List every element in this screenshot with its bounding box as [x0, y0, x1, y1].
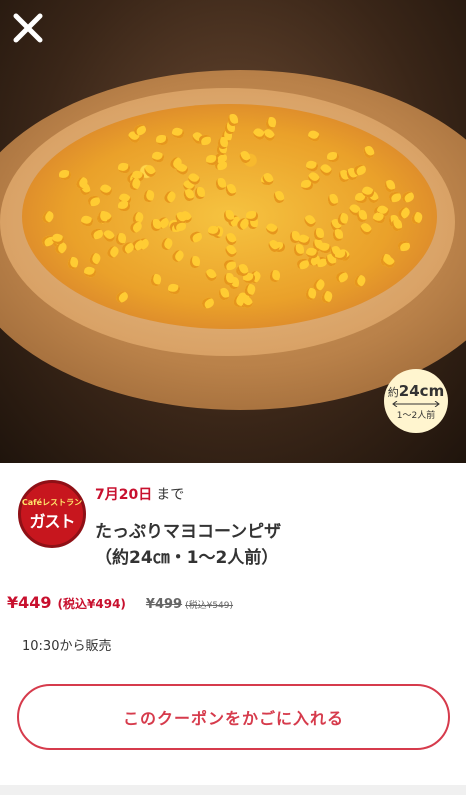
corn-kernel	[260, 171, 276, 187]
corn-kernel	[198, 134, 212, 147]
corn-kernel	[390, 218, 403, 233]
expiry-info: 7月20日 まで	[95, 484, 184, 504]
product-name: たっぷりマヨコーンピザ	[95, 522, 282, 542]
corn-kernel	[142, 163, 158, 180]
corn-kernel	[387, 190, 402, 204]
logo-brand-text: ガスト	[29, 511, 75, 531]
corn-kernel	[224, 182, 238, 198]
corn-kernel	[264, 221, 280, 237]
corn-kernel	[167, 282, 182, 296]
corn-kernel	[237, 149, 253, 165]
expiry-date: 7月20日	[95, 487, 153, 503]
corn-kernel	[88, 251, 103, 267]
corn-kernel	[171, 126, 186, 140]
product-size-note: （約24㎝・1〜2人前）	[95, 548, 279, 568]
product-image: 約24cm 1〜2人前	[0, 0, 466, 463]
double-arrow-icon	[392, 400, 440, 407]
corn-kernel	[89, 227, 105, 241]
corn-kernel	[302, 213, 318, 229]
corn-kernel	[159, 235, 174, 252]
corn-kernel	[98, 182, 114, 198]
bottom-divider	[0, 785, 466, 795]
corn-kernel	[314, 227, 325, 240]
corn-kernel	[327, 151, 340, 162]
corn-kernel	[182, 188, 196, 203]
corn-kernel	[113, 289, 130, 305]
corn-kernel	[265, 116, 277, 130]
corn-kernel	[304, 287, 317, 302]
regular-price-tax: (税込¥549)	[185, 601, 234, 611]
expiry-suffix: まで	[156, 487, 185, 503]
corn-kernel	[142, 189, 156, 204]
size-value: 24cm	[398, 381, 445, 400]
corn-kernel	[355, 209, 368, 223]
corn-kernel	[117, 161, 131, 174]
sale-start-time: 10:30から販売	[22, 639, 112, 654]
corn-kernel	[86, 195, 101, 208]
corn-kernel	[397, 240, 411, 252]
logo-cafe-text: Caféレストラン	[21, 497, 83, 507]
corn-kernel	[79, 213, 95, 228]
corn-kernel	[295, 257, 310, 271]
corn-kernel	[336, 211, 350, 226]
corn-kernel	[217, 287, 231, 302]
corn-kernel	[352, 273, 368, 289]
corn-kernel	[317, 241, 332, 254]
corn-kernel	[174, 220, 187, 232]
corn-kernel	[40, 208, 56, 225]
corn-kernel	[105, 243, 121, 260]
close-button[interactable]	[6, 6, 50, 50]
add-to-cart-button[interactable]: このクーポンをかごに入れる	[17, 684, 450, 750]
corn-kernel	[409, 210, 424, 226]
corn-kernel	[83, 265, 98, 279]
corn-kernel	[189, 255, 201, 269]
corn-kernel	[156, 134, 169, 145]
coupon-price-tax: (税込¥494)	[57, 597, 126, 611]
corn-kernel	[250, 126, 267, 142]
gusto-logo: Caféレストラン ガスト	[18, 480, 86, 548]
corn-kernel	[227, 113, 240, 127]
regular-price: ¥499	[145, 597, 183, 612]
corn-kernel	[318, 162, 335, 179]
servings-label: 1〜2人前	[396, 410, 436, 421]
size-badge: 約24cm 1〜2人前	[384, 369, 448, 433]
corn-kernel	[400, 189, 416, 205]
coupon-price: ¥449	[7, 593, 52, 612]
corn-kernel	[67, 256, 80, 270]
corn-kernel	[151, 150, 166, 164]
corn-kernel	[304, 159, 319, 173]
corn-kernel	[223, 273, 234, 286]
corn-kernel	[203, 266, 219, 283]
size-label: 約24cm	[388, 382, 444, 400]
corn-kernel	[332, 228, 344, 242]
corn-kernel	[117, 200, 131, 212]
close-icon	[13, 13, 43, 43]
corn-kernel	[101, 228, 117, 244]
product-title: たっぷりマヨコーンピザ （約24㎝・1〜2人前）	[95, 519, 281, 571]
corn-kernel	[200, 295, 216, 310]
corn-kernel	[150, 273, 163, 287]
corn-kernel	[272, 189, 286, 205]
corn-kernel	[306, 128, 322, 143]
corn-kernel	[195, 186, 206, 199]
corn-kernel	[326, 193, 340, 208]
corn-kernel	[352, 162, 368, 177]
corn-kernel	[58, 169, 71, 181]
corn-kernel	[223, 243, 239, 259]
corn-kernel	[293, 243, 305, 257]
corn-kernel	[320, 289, 335, 305]
corn-kernel	[245, 210, 258, 222]
corn-kernel	[162, 189, 178, 206]
corn-kernel	[150, 218, 162, 232]
corn-kernel	[169, 248, 186, 264]
corn-kernel	[381, 254, 398, 270]
corn-kernel	[269, 269, 281, 283]
corn-kernel	[334, 270, 350, 285]
corn-kernel	[358, 221, 374, 238]
size-approx: 約	[387, 385, 399, 399]
price-row: ¥449 (税込¥494) ¥499 (税込¥549)	[7, 593, 233, 612]
corn-kernel	[334, 249, 348, 261]
corn-kernel	[188, 230, 203, 245]
corn-kernel	[362, 145, 377, 160]
